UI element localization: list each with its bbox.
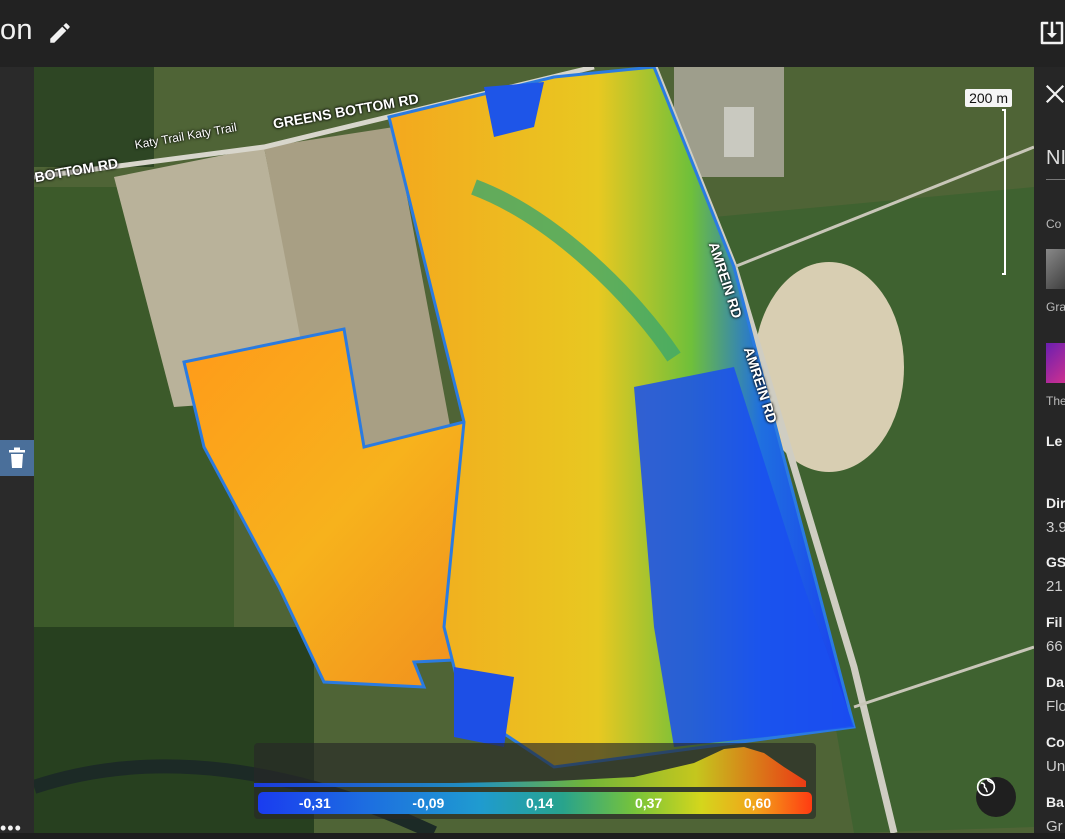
row-value: Flo <box>1046 698 1065 715</box>
map-view[interactable]: GREENS BOTTOM RD BOTTOM RD Katy Trail Ka… <box>34 67 1034 833</box>
swatch-label-thermal: The <box>1046 394 1065 408</box>
scale-label: 200 m <box>965 89 1012 107</box>
panel-divider <box>1046 179 1065 180</box>
thermal-swatch[interactable] <box>1046 343 1065 383</box>
row-label: GS <box>1046 554 1065 570</box>
pencil-icon[interactable] <box>47 20 73 46</box>
row-value: 66 <box>1046 638 1063 655</box>
legend-tick: 0,37 <box>634 795 663 811</box>
details-panel: NI Co Gra The Le Dir 3.9 GS 21 Fil 66 Da… <box>1034 67 1065 833</box>
ndvi-color-ramp: -0,31 -0,09 0,14 0,37 0,60 <box>258 792 812 814</box>
legend-tick: -0,31 <box>298 795 331 811</box>
download-icon[interactable] <box>1037 18 1065 48</box>
more-options-button[interactable]: ••• <box>0 818 22 839</box>
swatch-label-grayscale: Gra <box>1046 300 1065 314</box>
top-bar: on <box>0 0 1065 67</box>
trees-top-left <box>34 67 154 167</box>
trash-icon <box>9 447 25 468</box>
left-sidebar: ••• <box>0 67 34 838</box>
row-label: Dir <box>1046 495 1065 511</box>
scale-bar <box>1002 109 1006 275</box>
close-icon[interactable] <box>1044 83 1065 105</box>
row-label: Ba <box>1046 794 1064 810</box>
row-label: Da <box>1046 674 1064 690</box>
row-label: Co <box>1046 734 1065 750</box>
row-value: 21 <box>1046 578 1063 595</box>
panel-title: NI <box>1046 147 1065 169</box>
delete-button[interactable] <box>0 440 34 476</box>
row-value: Gr <box>1046 818 1063 833</box>
map-canvas <box>34 67 1034 833</box>
row-value: Un <box>1046 758 1065 775</box>
ndvi-legend: -0,31 -0,09 0,14 0,37 0,60 <box>254 743 816 819</box>
legend-tick: -0,09 <box>412 795 445 811</box>
grayscale-swatch[interactable] <box>1046 249 1065 289</box>
legend-heading: Le <box>1046 433 1063 449</box>
building <box>724 107 754 157</box>
ndvi-low-patch-2 <box>454 667 514 747</box>
legend-tick: 0,60 <box>743 795 772 811</box>
row-label: Fil <box>1046 614 1063 630</box>
panel-subtitle: Co <box>1046 217 1062 231</box>
globe-button[interactable] <box>976 777 1016 817</box>
row-value: 3.9 <box>1046 519 1065 536</box>
legend-tick: 0,14 <box>526 795 554 811</box>
ndvi-histogram <box>254 747 806 787</box>
globe-icon <box>976 777 996 797</box>
page-title: on <box>0 14 33 46</box>
